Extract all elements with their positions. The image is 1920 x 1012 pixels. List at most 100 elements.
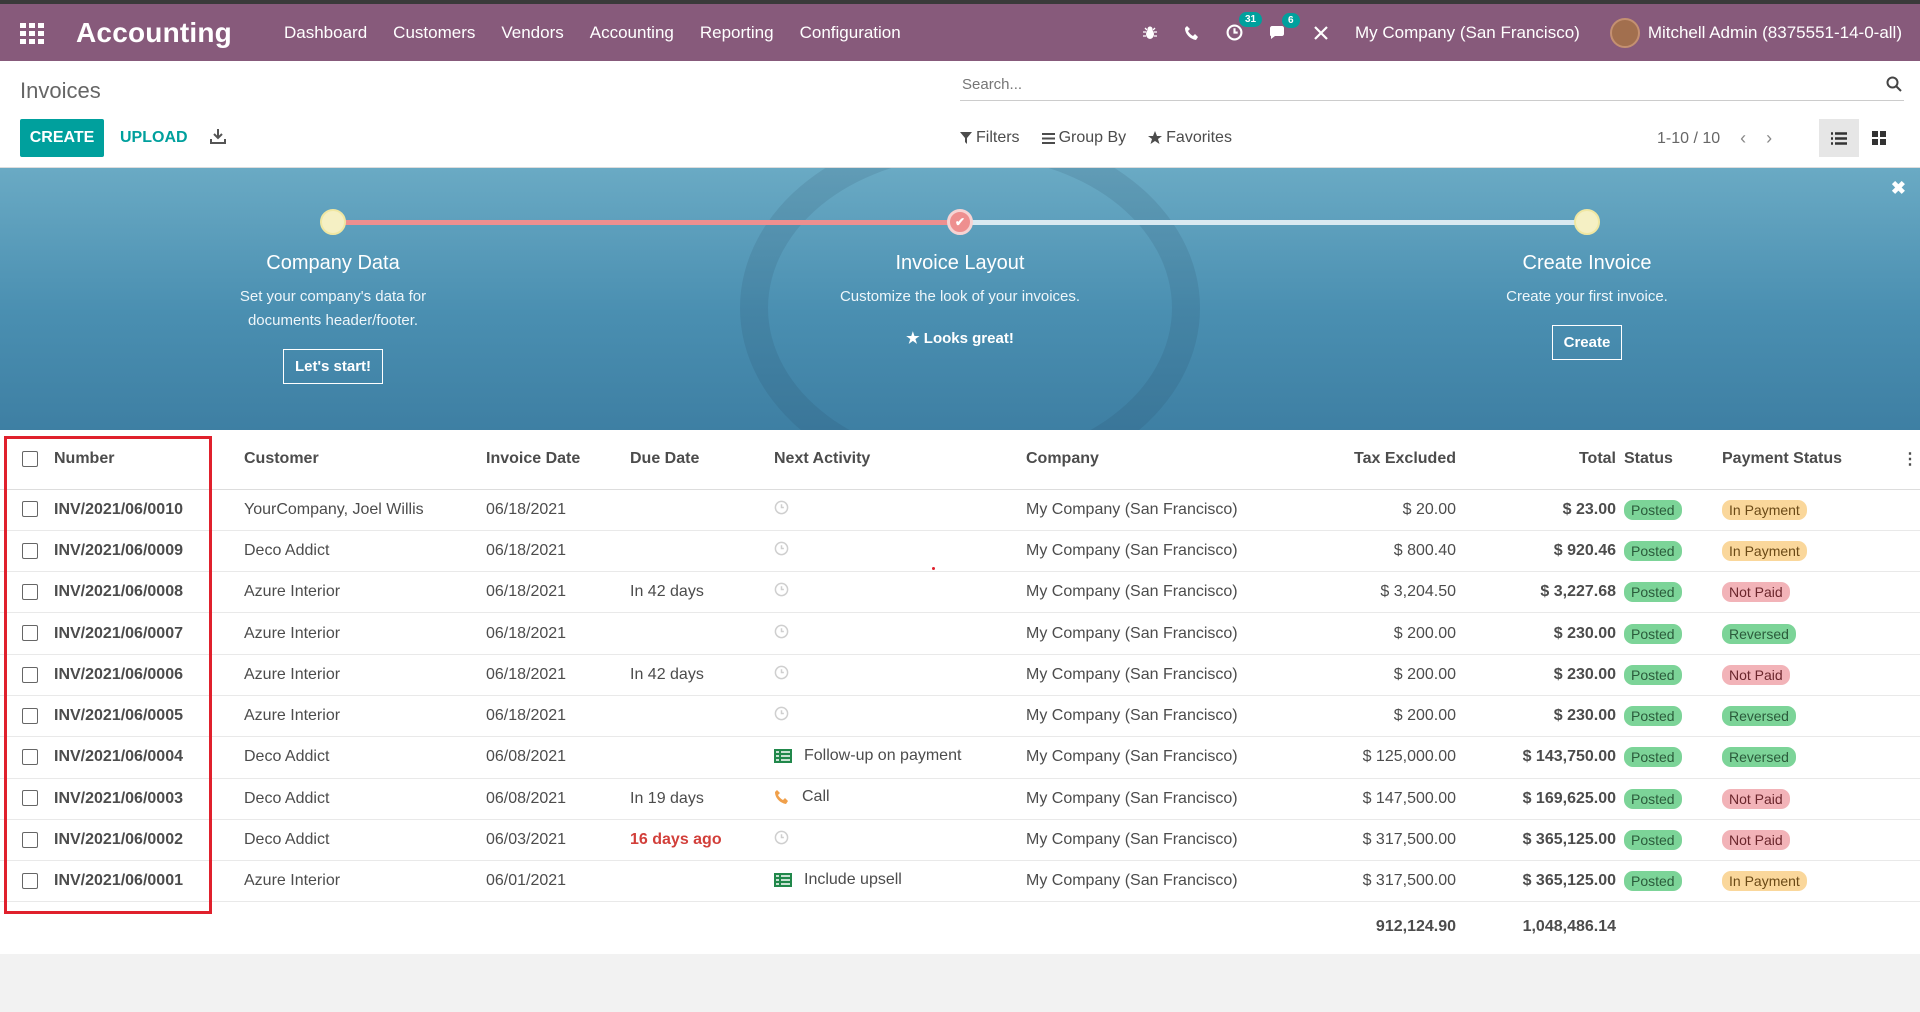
row-checkbox[interactable] <box>0 530 50 573</box>
clock-icon[interactable] <box>774 706 795 721</box>
table-row[interactable]: INV/2021/06/0001 Azure Interior 06/01/2021… <box>0 860 1920 903</box>
list-view-icon[interactable] <box>1819 119 1859 157</box>
avatar[interactable] <box>1609 17 1640 48</box>
status-badge: Posted <box>1624 747 1682 768</box>
col-next-activity[interactable]: Next Activity <box>770 430 1022 490</box>
phone-icon[interactable] <box>774 789 796 805</box>
download-icon[interactable] <box>210 128 226 149</box>
page-bottom <box>0 954 1920 1012</box>
clock-icon[interactable] <box>774 665 795 680</box>
table-row[interactable]: INV/2021/06/0003 Deco Addict 06/08/2021 In … <box>0 778 1920 820</box>
row-checkbox[interactable] <box>0 571 50 614</box>
next-activity-cell[interactable] <box>770 819 1022 862</box>
col-due-date[interactable]: Due Date <box>626 430 770 490</box>
close-icon[interactable]: ✖ <box>1891 178 1906 199</box>
create-invoice-button[interactable]: Create <box>1551 325 1623 360</box>
clock-icon[interactable] <box>774 500 795 515</box>
app-brand[interactable]: Accounting <box>76 17 232 49</box>
table-row[interactable]: INV/2021/06/0002 Deco Addict 06/03/2021 16 … <box>0 819 1920 862</box>
table-row[interactable]: INV/2021/06/0008 Azure Interior 06/18/2021… <box>0 571 1920 614</box>
favorites-label: Favorites <box>1166 129 1232 146</box>
create-button[interactable]: CREATE <box>20 119 104 157</box>
next-activity-cell[interactable]: Call <box>770 778 1022 820</box>
table-row[interactable]: INV/2021/06/0010 YourCompany, Joel Willis… <box>0 489 1920 531</box>
next-activity-cell[interactable] <box>770 489 1022 531</box>
col-company[interactable]: Company <box>1022 430 1276 490</box>
groupby-label: Group By <box>1058 129 1127 146</box>
tax-excluded-cell: $ 200.00 <box>1276 612 1460 655</box>
next-activity-cell[interactable]: Include upsell <box>770 860 1022 903</box>
activity-counter: 31 <box>1238 12 1263 27</box>
pager-prev-icon[interactable]: ‹ <box>1740 128 1746 149</box>
table-row[interactable]: INV/2021/06/0005 Azure Interior 06/18/2021… <box>0 695 1920 738</box>
col-invoice-date[interactable]: Invoice Date <box>482 430 626 490</box>
col-total[interactable]: Total <box>1460 430 1620 490</box>
clock-icon[interactable] <box>774 582 795 597</box>
clock-icon[interactable] <box>774 624 795 639</box>
menu-accounting[interactable]: Accounting <box>590 23 674 43</box>
row-checkbox[interactable] <box>0 695 50 738</box>
app-menu-icon[interactable] <box>20 22 46 44</box>
row-checkbox[interactable] <box>0 736 50 779</box>
col-number[interactable]: Number <box>50 430 240 490</box>
kanban-view-icon[interactable] <box>1859 119 1899 157</box>
due-date-cell: In 42 days <box>626 654 770 696</box>
col-tax-excluded[interactable]: Tax Excluded <box>1276 430 1460 490</box>
tools-icon[interactable] <box>1313 25 1329 41</box>
select-all-checkbox[interactable] <box>0 430 50 490</box>
menu-dashboard[interactable]: Dashboard <box>284 23 367 43</box>
next-activity-cell[interactable] <box>770 612 1022 655</box>
company-switcher[interactable]: My Company (San Francisco) <box>1355 23 1580 43</box>
menu-vendors[interactable]: Vendors <box>501 23 563 43</box>
row-checkbox[interactable] <box>0 612 50 655</box>
list-icon[interactable] <box>774 748 798 763</box>
search-icon[interactable] <box>1886 76 1902 97</box>
pager-next-icon[interactable]: › <box>1766 128 1772 149</box>
col-status[interactable]: Status <box>1620 430 1718 490</box>
customer-cell: Azure Interior <box>240 612 482 655</box>
col-customer[interactable]: Customer <box>240 430 482 490</box>
list-icon[interactable] <box>774 872 798 887</box>
row-checkbox[interactable] <box>0 819 50 862</box>
table-row[interactable]: INV/2021/06/0006 Azure Interior 06/18/2021… <box>0 654 1920 696</box>
row-checkbox[interactable] <box>0 778 50 820</box>
step-title: Create Invoice <box>1522 252 1652 274</box>
next-activity-cell[interactable] <box>770 530 1022 573</box>
clock-icon[interactable] <box>774 541 795 556</box>
lets-start-button[interactable]: Let's start! <box>282 349 384 384</box>
due-date-cell <box>626 736 770 779</box>
due-date-cell: In 19 days <box>626 778 770 820</box>
activity-clock-icon[interactable]: 31 <box>1226 12 1263 41</box>
menu-customers[interactable]: Customers <box>393 23 475 43</box>
col-payment-status[interactable]: Payment Status <box>1718 430 1898 490</box>
table-row[interactable]: INV/2021/06/0004 Deco Addict 06/08/2021 Fol… <box>0 736 1920 779</box>
row-checkbox[interactable] <box>0 654 50 696</box>
messages-icon[interactable]: 6 <box>1269 12 1300 41</box>
menu-configuration[interactable]: Configuration <box>800 23 901 43</box>
pager-value[interactable]: 1-10 / 10 <box>1657 130 1720 148</box>
favorites-dropdown[interactable]: Favorites <box>1148 129 1232 147</box>
tax-excluded-cell: $ 800.40 <box>1276 530 1460 573</box>
groupby-dropdown[interactable]: Group By <box>1041 129 1127 147</box>
next-activity-cell[interactable] <box>770 571 1022 614</box>
next-activity-cell[interactable] <box>770 695 1022 738</box>
row-checkbox[interactable] <box>0 489 50 531</box>
table-row[interactable]: INV/2021/06/0009 Deco Addict 06/18/2021 My … <box>0 530 1920 573</box>
clock-icon[interactable] <box>774 830 795 845</box>
company-cell: My Company (San Francisco) <box>1022 736 1276 779</box>
row-checkbox[interactable] <box>0 860 50 903</box>
next-activity-cell[interactable] <box>770 654 1022 696</box>
grand-total: 1,048,486.14 <box>1522 918 1616 936</box>
table-row[interactable]: INV/2021/06/0007 Azure Interior 06/18/2021… <box>0 612 1920 655</box>
next-activity-cell[interactable]: Follow-up on payment <box>770 736 1022 779</box>
phone-icon[interactable] <box>1184 25 1200 41</box>
user-menu[interactable]: Mitchell Admin (8375551-14-0-all) <box>1648 23 1902 43</box>
customer-cell: Azure Interior <box>240 860 482 903</box>
column-options-icon[interactable]: ⋮ <box>1898 430 1920 490</box>
menu-reporting[interactable]: Reporting <box>700 23 774 43</box>
upload-button[interactable]: UPLOAD <box>120 129 188 147</box>
bug-icon[interactable] <box>1142 25 1158 41</box>
filters-dropdown[interactable]: Filters <box>960 129 1020 147</box>
search-input[interactable] <box>960 76 1904 93</box>
step-company-data: Company Data Set your company's data for… <box>153 252 513 384</box>
